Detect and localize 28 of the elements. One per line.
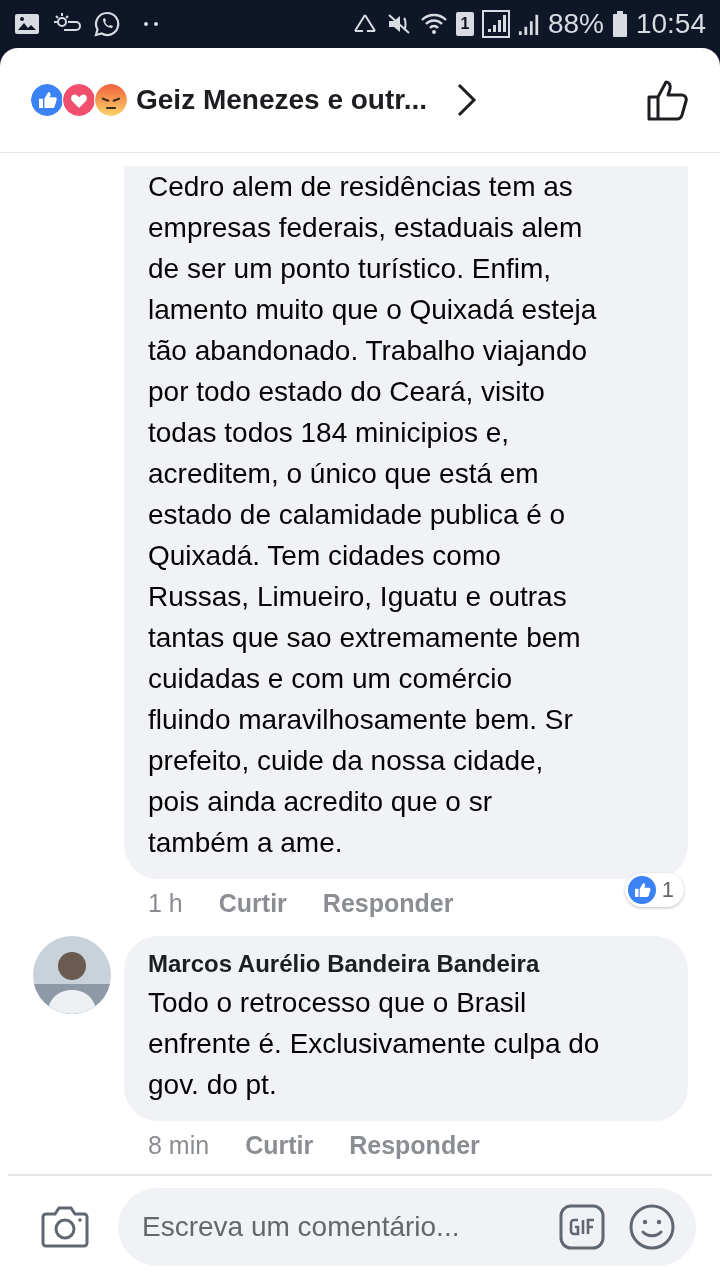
battery-icon [611,10,628,38]
reactors-title[interactable]: Geiz Menezes e outr... [136,84,427,116]
heart-reaction-icon [62,83,96,117]
sim-card-label: 1 [455,12,474,36]
battery-percent: 88% [547,8,604,40]
angry-face-icon [94,83,128,117]
comment-input-field[interactable]: Escreva um comentário... [118,1188,696,1266]
like-reaction-icon [627,876,656,904]
chevron-right-icon[interactable] [455,82,479,118]
like-reaction-icon [30,83,64,117]
clock-time: 10:54 [635,8,706,40]
gif-icon[interactable] [558,1203,606,1251]
comment-text: Cedro alem de residências tem as empresas federais, estaduais alem de ser um ponto turístico. Enfim, lamento muito que o Quixadá esteja tão abandonado. Trabalho viajando por todo estado do Ceará, visito todas todos 184 minicipios e, acreditem, o único que está em estado de calamidade publica é o Quixadá. Tem cidades como Russas, Limueiro, Iguatu e outras tantas que sao extremamente bem cuidadas e com um comércio fluindo maravilhosamente bem. Sr prefeito, cuide da nossa cidade, pois ainda acredito que o sr também a ame. [148,170,598,860]
camera-icon[interactable] [40,1205,90,1249]
comment-time: 8 min [148,1131,210,1160]
like-link[interactable]: Curtir [218,889,287,918]
like-link[interactable]: Curtir [245,1131,314,1160]
signal-icon [481,10,510,38]
reply-link[interactable]: Responder [349,1131,480,1160]
chat-bubble-icon [94,10,120,38]
comment-text: Todo o retrocesso que o Brasil enfrente é. Exclusivamente culpa do gov. do pt. [148,986,601,1102]
comment-author[interactable]: Marcos Aurélio Bandeira Bandeira [148,950,664,978]
like-icon[interactable] [646,78,690,122]
reaction-count-badge[interactable]: 1 [624,873,684,907]
emoji-icon[interactable] [628,1203,676,1251]
comment-time: 1 h [148,889,183,918]
reply-link[interactable]: Responder [322,889,454,918]
reaction-count: 1 [661,877,674,903]
